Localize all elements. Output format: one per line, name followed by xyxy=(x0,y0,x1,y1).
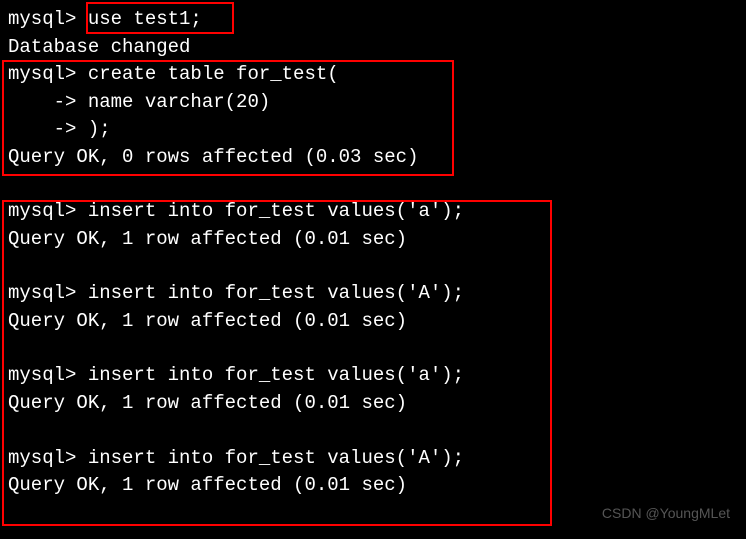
terminal-line: Query OK, 0 rows affected (0.03 sec) xyxy=(8,144,738,172)
blank-line xyxy=(8,418,738,445)
terminal-line: mysql> insert into for_test values('A'); xyxy=(8,445,738,473)
terminal-line: mysql> insert into for_test values('A'); xyxy=(8,280,738,308)
terminal-line: mysql> use test1; xyxy=(8,6,738,34)
terminal-line: mysql> create table for_test( xyxy=(8,61,738,89)
terminal-line: mysql> insert into for_test values('a'); xyxy=(8,198,738,226)
terminal-line: Query OK, 1 row affected (0.01 sec) xyxy=(8,226,738,254)
blank-line xyxy=(8,253,738,280)
terminal-line: Database changed xyxy=(8,34,738,62)
terminal-output: mysql> use test1; Database changed mysql… xyxy=(8,6,738,500)
watermark-text: CSDN @YoungMLet xyxy=(602,503,730,523)
blank-line xyxy=(8,171,738,198)
terminal-line: -> ); xyxy=(8,116,738,144)
blank-line xyxy=(8,335,738,362)
terminal-line: Query OK, 1 row affected (0.01 sec) xyxy=(8,472,738,500)
terminal-line: -> name varchar(20) xyxy=(8,89,738,117)
terminal-line: Query OK, 1 row affected (0.01 sec) xyxy=(8,308,738,336)
terminal-line: mysql> insert into for_test values('a'); xyxy=(8,362,738,390)
terminal-line: Query OK, 1 row affected (0.01 sec) xyxy=(8,390,738,418)
